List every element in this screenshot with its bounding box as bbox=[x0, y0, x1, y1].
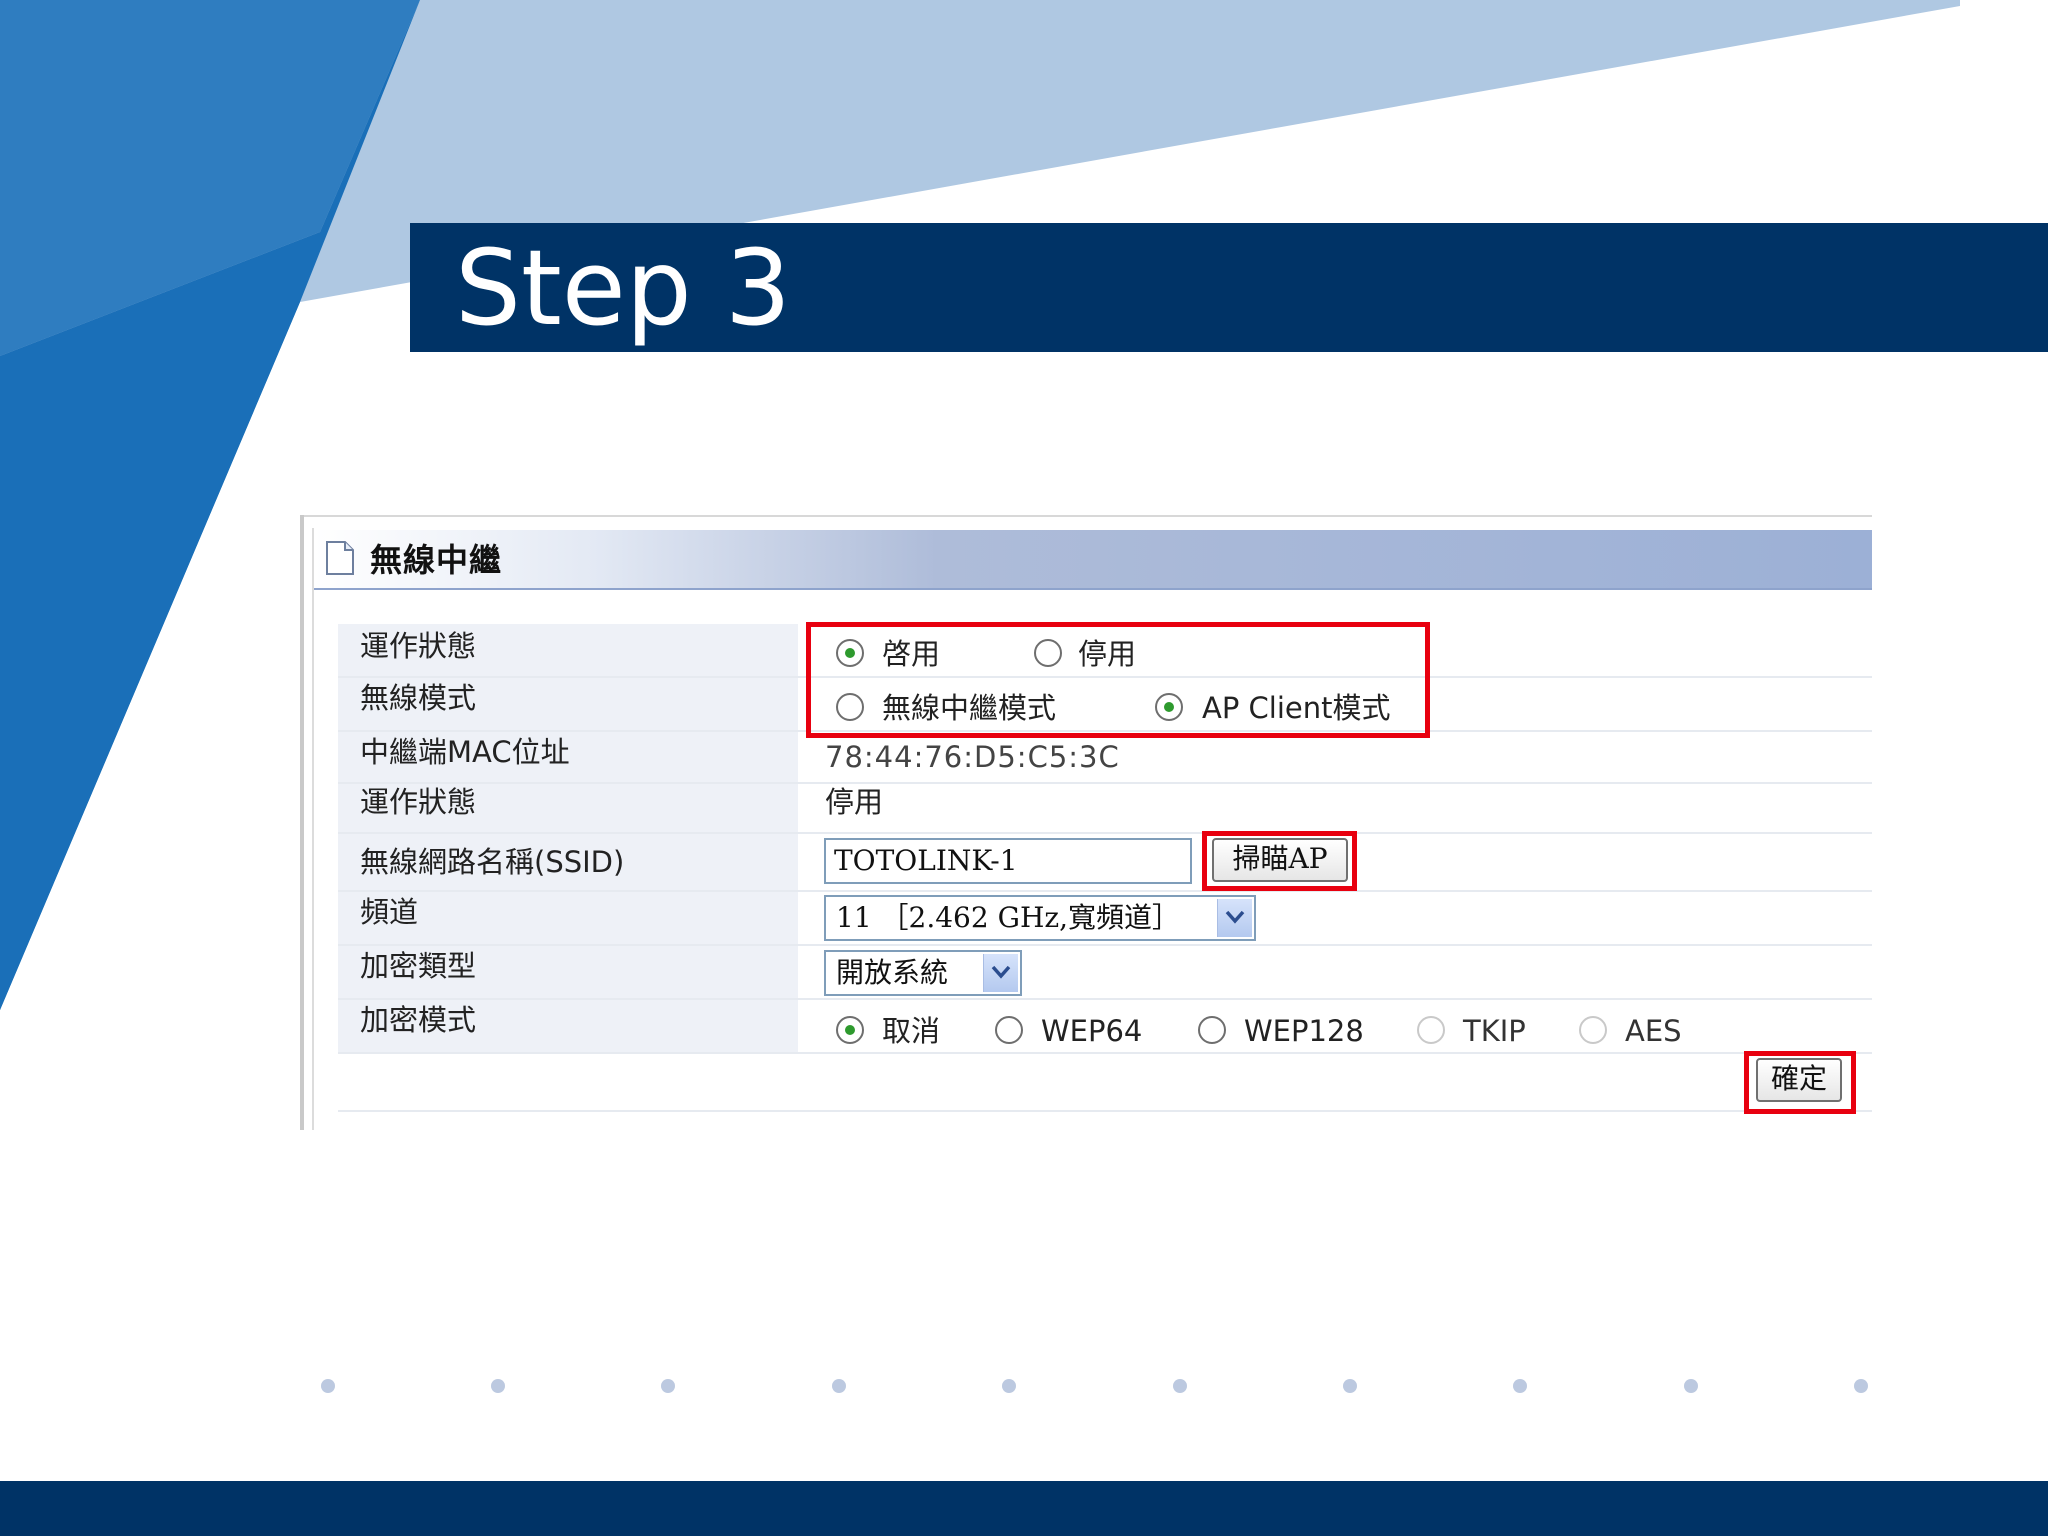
run-status-value: 停用 bbox=[825, 785, 884, 819]
panel-header bbox=[314, 530, 1872, 590]
status-label: 運作狀態 bbox=[360, 629, 477, 663]
row-enc-type: 加密類型 bbox=[338, 946, 1872, 1000]
enc-type-value: 開放系統 bbox=[836, 956, 949, 989]
enc-none-label: 取消 bbox=[882, 1014, 941, 1048]
enc-tkip-radio[interactable] bbox=[1417, 1016, 1445, 1044]
slide-title: Step 3 bbox=[455, 227, 792, 349]
panel-title: 無線中繼 bbox=[370, 541, 503, 579]
document-icon bbox=[326, 541, 354, 575]
channel-value: 11 ［2.462 GHz,寬頻道］ bbox=[836, 901, 1181, 934]
channel-select[interactable]: 11 ［2.462 GHz,寬頻道］ bbox=[824, 895, 1256, 941]
panel-inner-edge bbox=[312, 528, 314, 1130]
enc-aes-label: AES bbox=[1625, 1014, 1682, 1048]
enc-wep128-label: WEP128 bbox=[1244, 1014, 1364, 1048]
ssid-label: 無線網路名稱(SSID) bbox=[360, 845, 625, 879]
mac-label: 中繼端MAC位址 bbox=[360, 735, 570, 769]
highlight-confirm bbox=[1744, 1051, 1856, 1114]
mode-label: 無線模式 bbox=[360, 681, 477, 715]
enc-wep64-radio[interactable] bbox=[995, 1016, 1023, 1044]
mac-value: 78:44:76:D5:C5:3C bbox=[825, 740, 1120, 774]
enc-type-select[interactable]: 開放系統 bbox=[824, 950, 1022, 996]
highlight-status-mode bbox=[806, 622, 1430, 738]
enc-wep128-radio[interactable] bbox=[1198, 1016, 1226, 1044]
row-run-status: 運作狀態 bbox=[338, 784, 1872, 834]
run-status-label: 運作狀態 bbox=[360, 785, 477, 819]
channel-label: 頻道 bbox=[360, 895, 419, 929]
chevron-down-icon[interactable] bbox=[1217, 899, 1252, 937]
enc-type-label: 加密類型 bbox=[360, 949, 477, 983]
ssid-input[interactable]: TOTOLINK-1 bbox=[824, 838, 1192, 884]
enc-wep64-label: WEP64 bbox=[1041, 1014, 1143, 1048]
chevron-down-icon[interactable] bbox=[983, 954, 1018, 992]
enc-aes-radio[interactable] bbox=[1579, 1016, 1607, 1044]
panel-left-edge bbox=[300, 515, 304, 1130]
enc-tkip-label: TKIP bbox=[1463, 1014, 1526, 1048]
highlight-scan-ap bbox=[1202, 831, 1357, 891]
row-confirm bbox=[338, 1054, 1872, 1112]
footer-bar bbox=[0, 1481, 2048, 1536]
enc-mode-label: 加密模式 bbox=[360, 1003, 477, 1037]
enc-none-radio[interactable] bbox=[836, 1016, 864, 1044]
